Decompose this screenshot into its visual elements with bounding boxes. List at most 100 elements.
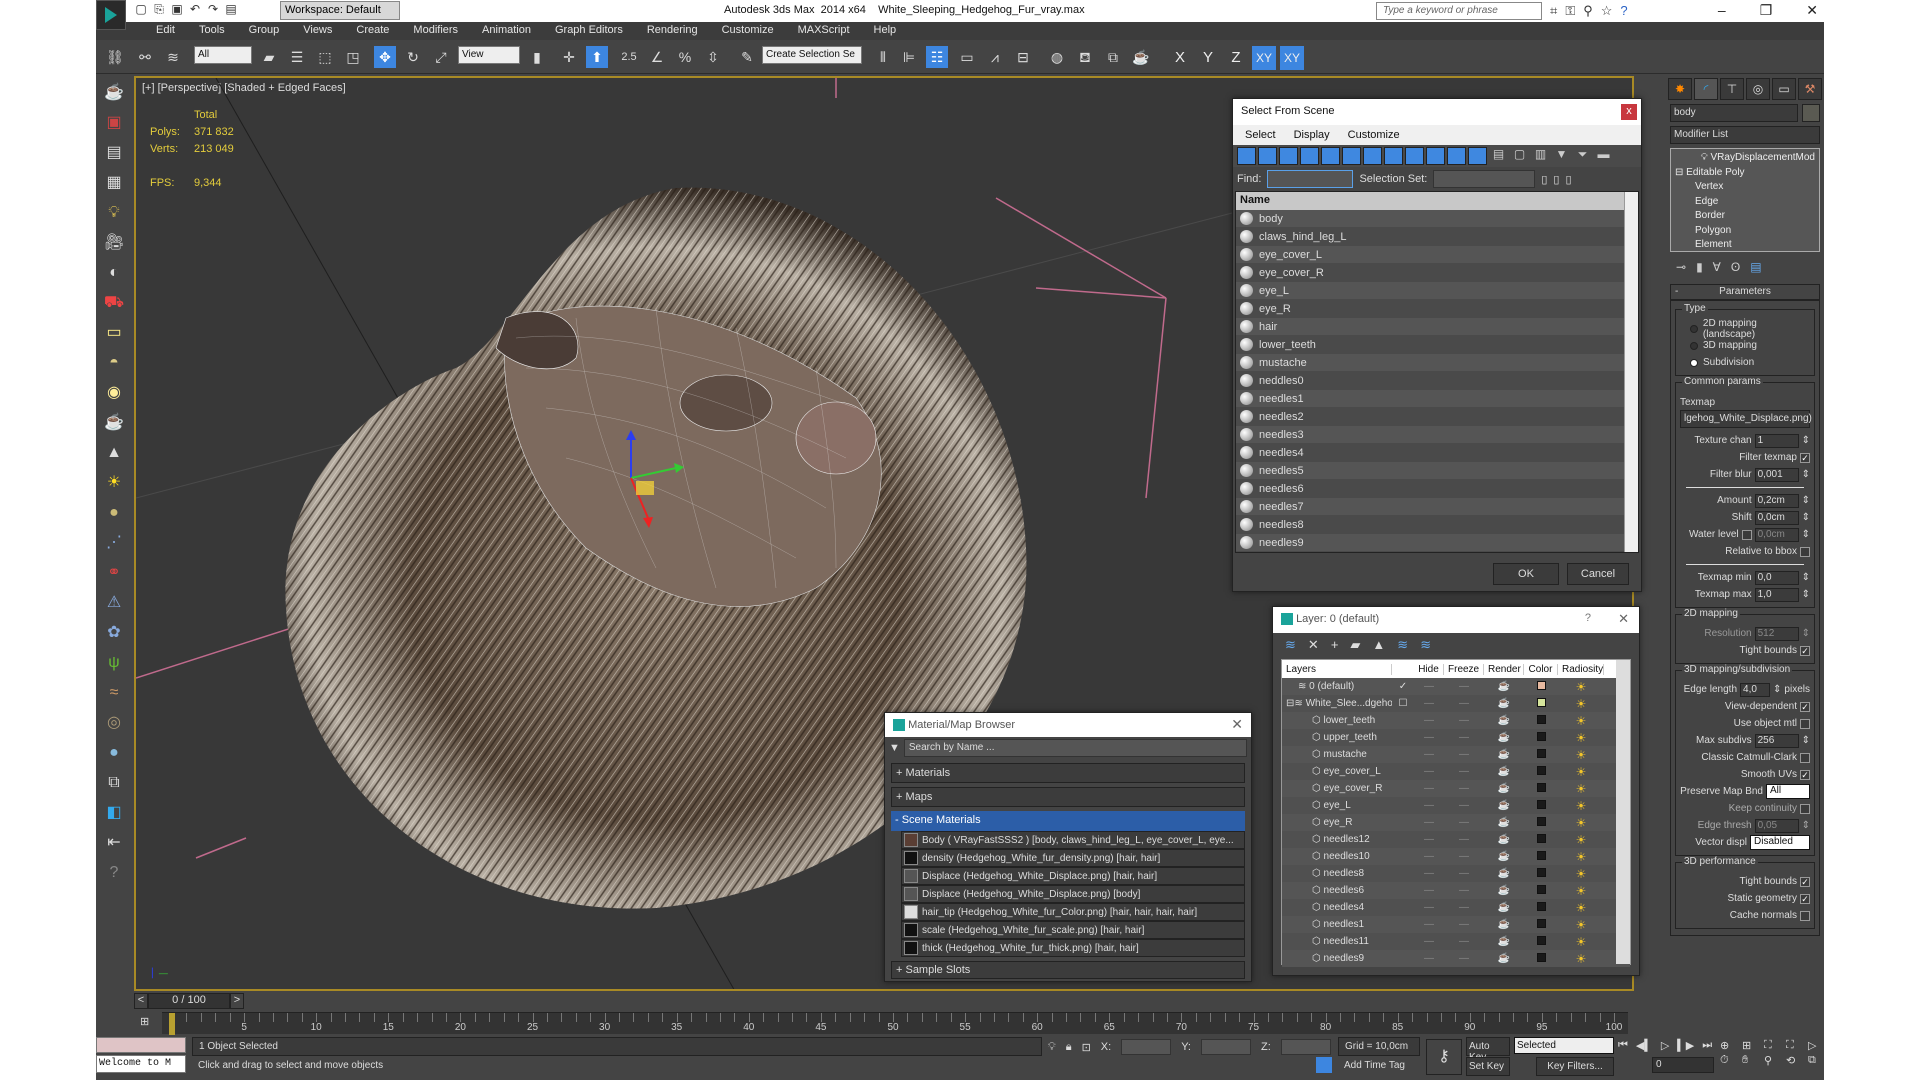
invert-selection-icon[interactable]: ▥ (1531, 147, 1550, 165)
current-frame-input[interactable]: 0 (1652, 1057, 1714, 1073)
select-influences-icon[interactable]: ▯ (1565, 173, 1571, 186)
sample-slots-section[interactable]: + Sample Slots (891, 961, 1245, 979)
edit-named-selection-icon[interactable]: ✎ (736, 46, 758, 68)
close-button[interactable]: x (1621, 104, 1637, 120)
render-production-icon[interactable]: ☕ (1130, 46, 1152, 68)
maximize-viewport-icon[interactable]: ⧉ (1808, 1054, 1828, 1067)
set-key-button[interactable]: Set Key (1466, 1057, 1510, 1076)
render-teapot-icon[interactable]: ☕ (1484, 936, 1524, 947)
select-objects-icon[interactable]: ▰ (1350, 637, 1360, 653)
ambient-light-icon[interactable]: ● (101, 500, 127, 526)
display-lights-icon[interactable] (1279, 147, 1298, 165)
ok-button[interactable]: OK (1493, 563, 1559, 585)
pin-stack-icon[interactable]: ⊸ (1676, 260, 1686, 274)
water-level-checkbox[interactable] (1741, 529, 1752, 540)
add-time-tag-button[interactable]: Add Time Tag (1338, 1057, 1420, 1076)
hide-toggle[interactable]: — (1414, 868, 1444, 879)
mini-curve-editor-icon[interactable]: ⊞ (140, 1015, 149, 1028)
layer-scrollbar[interactable] (1616, 660, 1630, 964)
select-and-rotate-icon[interactable]: ↻ (402, 46, 424, 68)
options-dropdown-icon[interactable]: ▼ (889, 742, 900, 754)
minimize-button[interactable]: – (1718, 2, 1726, 19)
layer-color-swatch[interactable] (1536, 680, 1546, 690)
ies-light-icon[interactable]: ▲ (101, 440, 127, 466)
radio-3d-mapping[interactable]: 3D mapping (1680, 337, 1810, 354)
scene-list-item[interactable]: needles7 (1236, 498, 1638, 516)
parameters-rollout-header[interactable]: - Parameters (1670, 284, 1820, 300)
play-icon[interactable]: ▷ (1661, 1039, 1669, 1052)
delete-layer-icon[interactable]: ✕ (1308, 637, 1319, 653)
window-crossing-icon[interactable]: ◳ (342, 46, 364, 68)
radiosity-sun-icon[interactable]: ☀ (1558, 952, 1604, 966)
scene-list-item[interactable]: eye_cover_L (1236, 246, 1638, 264)
layer-row[interactable]: ⬡ eye_cover_L — — ☕ ☀ (1282, 763, 1630, 780)
workspace-dropdown[interactable]: Workspace: Default (280, 1, 400, 20)
render-teapot-icon[interactable]: ☕ (1484, 800, 1524, 811)
key-mode-dropdown[interactable]: Selected (1514, 1037, 1614, 1054)
hide-all-layers-icon[interactable]: ≋ (1397, 637, 1408, 653)
time-slider-handle[interactable] (169, 1013, 175, 1035)
selection-set-dropdown[interactable] (1433, 170, 1536, 188)
go-to-end-icon[interactable]: ⏭ (1702, 1039, 1712, 1052)
app-logo-button[interactable] (96, 0, 126, 30)
freeze-toggle[interactable]: — (1444, 681, 1484, 692)
layer-color-swatch[interactable] (1536, 901, 1546, 911)
radiosity-sun-icon[interactable]: ☀ (1558, 731, 1604, 745)
hide-toggle[interactable]: — (1414, 766, 1444, 777)
reference-coordinate-dropdown[interactable]: View (458, 46, 520, 64)
use-object-mtl-checkbox[interactable] (1800, 718, 1810, 729)
display-hidden-icon[interactable] (1468, 147, 1487, 165)
hide-toggle[interactable]: — (1414, 834, 1444, 845)
scene-list-item[interactable]: hair (1236, 318, 1638, 336)
filter-funnel-icon[interactable]: ▼ (1552, 147, 1571, 165)
display-containers-icon[interactable] (1426, 147, 1445, 165)
menu-animation[interactable]: Animation (470, 22, 543, 40)
select-all-icon[interactable]: ▤ (1489, 147, 1508, 165)
z-coordinate-input[interactable] (1280, 1039, 1331, 1055)
layer-row[interactable]: ⬡ eye_R — — ☕ ☀ (1282, 814, 1630, 831)
vector-displ-dropdown[interactable]: Disabled (1750, 835, 1810, 850)
pan-view-icon[interactable]: ✋︎ (1742, 1054, 1762, 1067)
layer-row[interactable]: ⬡ needles4— — ☕ ☀ (1282, 899, 1630, 916)
angle-snap-icon[interactable]: ∠ (646, 46, 668, 68)
field-of-view-icon[interactable]: ▷ (1808, 1039, 1828, 1052)
make-unique-icon[interactable]: ∀ (1713, 260, 1721, 274)
radiosity-sun-icon[interactable]: ☀ (1558, 901, 1604, 915)
select-children-icon[interactable]: ▯ (1553, 173, 1559, 186)
next-key-icon[interactable]: ▍▶ (1677, 1039, 1694, 1052)
view-dependent-checkbox[interactable]: ✓ (1800, 701, 1810, 712)
name-column-header[interactable]: Name (1236, 192, 1638, 210)
hide-toggle[interactable]: — (1414, 715, 1444, 726)
render-teapot-icon[interactable]: ☕ (1484, 749, 1524, 760)
hide-toggle[interactable]: — (1414, 936, 1444, 947)
maximize-button[interactable]: ❐ (1760, 2, 1773, 19)
stack-item-vertex[interactable]: Vertex (1675, 180, 1815, 195)
filter-texmap-checkbox[interactable]: ✓ (1800, 452, 1810, 463)
list-scrollbar[interactable] (1624, 192, 1638, 552)
menu-select[interactable]: Select (1245, 129, 1276, 141)
radiosity-sun-icon[interactable]: ☀ (1558, 697, 1604, 711)
zoom-extents-all-icon[interactable]: ⛶ (1786, 1039, 1806, 1052)
max-subdivs-spinner[interactable]: 256 (1754, 733, 1799, 748)
render-teapot-icon[interactable]: ☕ (1484, 902, 1524, 913)
layer-color-swatch[interactable] (1536, 918, 1546, 928)
menu-graph-editors[interactable]: Graph Editors (543, 22, 635, 40)
configure-modifier-sets-icon[interactable]: ▤ (1750, 260, 1761, 274)
layer-color-swatch[interactable] (1536, 714, 1546, 724)
layer-dialog-titlebar[interactable]: Layer: 0 (default) ? ✕ (1273, 607, 1639, 633)
layer-row[interactable]: ⬡ eye_L — — ☕ ☀ (1282, 797, 1630, 814)
favorites-star-icon[interactable]: ☆ (1601, 3, 1613, 19)
water-level-spinner[interactable]: 0,0cm (1754, 527, 1799, 542)
layer-color-swatch[interactable] (1536, 935, 1546, 945)
select-and-link-icon[interactable]: ⛓ (104, 46, 126, 68)
display-tab-icon[interactable]: ▭ (1772, 78, 1796, 100)
radiosity-sun-icon[interactable]: ☀ (1558, 884, 1604, 898)
motion-tab-icon[interactable]: ◎ (1746, 78, 1770, 100)
freeze-toggle[interactable]: — (1444, 953, 1484, 964)
radiosity-sun-icon[interactable]: ☀ (1558, 867, 1604, 881)
hair-farm-icon[interactable]: ≈ (101, 680, 127, 706)
shift-spinner[interactable]: 0,0cm (1754, 510, 1799, 525)
scene-list-item[interactable]: needles9 (1236, 534, 1638, 552)
add-to-layer-icon[interactable]: + (1331, 637, 1339, 653)
menu-customize[interactable]: Customize (710, 22, 786, 40)
